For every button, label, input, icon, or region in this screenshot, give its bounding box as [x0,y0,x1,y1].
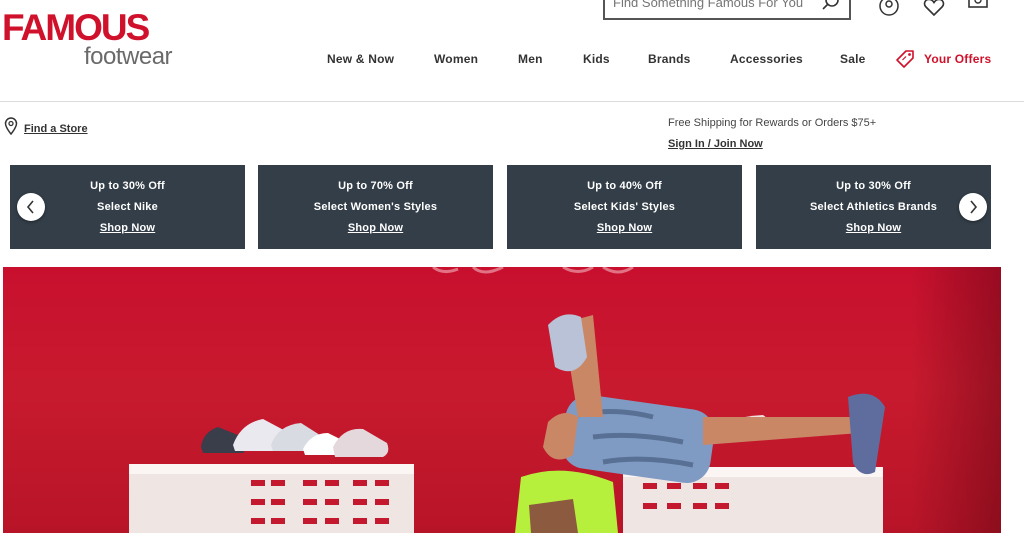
promo-shop-now-link[interactable]: Shop Now [507,222,742,234]
promo-description: Select Kids' Styles [573,201,676,213]
promo-description: Select Nike [97,201,158,213]
promo-shop-now-link[interactable]: Shop Now [258,222,493,234]
promo-card[interactable]: Up to 40% Off Select Kids' Styles Shop N… [507,165,742,249]
search-icon[interactable] [821,0,841,12]
brand-logo[interactable]: FAMOUS footwear [2,7,173,72]
promo-discount: Up to 30% Off [836,180,911,192]
bag-icon[interactable] [966,0,990,20]
logo-famous: FAMOUS [2,7,150,48]
account-icon[interactable] [877,0,901,20]
promo-description: Select Women's Styles [313,201,438,213]
promo-shop-now-link[interactable]: Shop Now [10,222,245,234]
hero-edge-shade [911,267,1001,533]
hero-image [129,267,885,533]
promo-discount: Up to 30% Off [90,180,165,192]
nav-your-offers[interactable]: Your Offers [924,52,991,66]
location-pin-icon [4,117,18,136]
promo-discount: Up to 70% Off [338,180,413,192]
carousel-next-button[interactable] [959,193,987,221]
search-input[interactable] [613,0,813,14]
hero-banner[interactable] [3,267,1001,533]
tag-icon[interactable] [895,49,915,69]
sign-in-join-link[interactable]: Sign In / Join Now [668,138,763,150]
logo-footwear: footwear [84,43,173,70]
promo-card[interactable]: Up to 30% Off Select Nike Shop Now [10,165,245,249]
heart-icon[interactable] [922,0,946,20]
nav-brands[interactable]: Brands [648,52,691,66]
nav-new-and-now[interactable]: New & Now [327,52,394,66]
promo-discount: Up to 40% Off [587,180,662,192]
chevron-right-icon [970,200,978,214]
promo-card[interactable]: Up to 70% Off Select Women's Styles Shop… [258,165,493,249]
nav-accessories[interactable]: Accessories [730,52,803,66]
nav-men[interactable]: Men [518,52,543,66]
nav-women[interactable]: Women [434,52,478,66]
search-box [603,0,851,20]
chevron-left-icon [26,200,34,214]
promo-shop-now-link[interactable]: Shop Now [756,222,991,234]
promo-card[interactable]: Up to 30% Off Select Athletics Brands Sh… [756,165,991,249]
site-header: FAMOUS footwear New & Now Women Men Kids… [0,0,1024,102]
find-a-store-link[interactable]: Find a Store [24,123,88,135]
promo-description: Select Athletics Brands [809,201,938,213]
carousel-prev-button[interactable] [17,193,45,221]
free-shipping-text: Free Shipping for Rewards or Orders $75+ [668,117,877,129]
nav-sale[interactable]: Sale [840,52,866,66]
nav-kids[interactable]: Kids [583,52,610,66]
